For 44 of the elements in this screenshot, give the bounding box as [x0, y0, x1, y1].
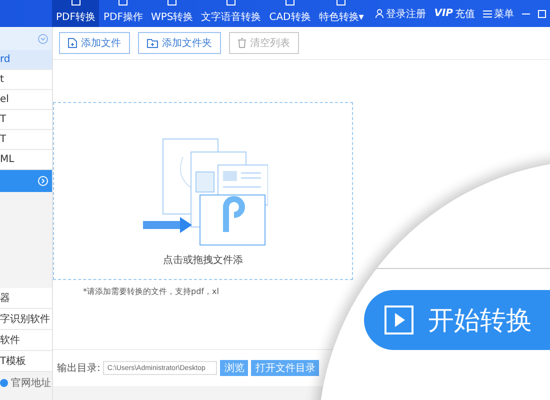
sidebar-link[interactable]: 器 [0, 288, 52, 309]
chevron-down-icon [38, 34, 48, 44]
website-link[interactable]: 官网地址 [11, 376, 51, 390]
nav-tab[interactable]: WPS转换 [146, 0, 198, 27]
nav-tab[interactable]: CAD转换 [265, 0, 315, 27]
play-icon [384, 305, 414, 335]
sidebar-item[interactable]: ML [0, 150, 52, 170]
sidebar-item[interactable]: T [0, 110, 52, 130]
sidebar-link[interactable]: 软件 [0, 330, 52, 351]
sidebar-item[interactable]: t [0, 70, 52, 90]
nav-tab[interactable]: PDF操作 [99, 0, 147, 27]
toolbar-button[interactable]: 添加文件 [59, 32, 130, 54]
chevron-right-icon [38, 176, 48, 186]
sidebar-item[interactable]: T [0, 130, 52, 150]
trash-icon [238, 38, 246, 48]
user-icon [375, 9, 384, 18]
menu-button[interactable]: 菜单 [483, 6, 514, 20]
hint-text: *请添加需要转换的文件，支持pdf，xl [83, 286, 220, 297]
tab-icon [70, 0, 81, 6]
nav-tab[interactable]: PDF转换 [52, 0, 100, 27]
drop-zone[interactable]: 点击或拖拽文件添 [53, 102, 353, 280]
login-button[interactable]: 登录注册 [375, 6, 426, 20]
tab-icon [118, 0, 128, 6]
start-convert-button[interactable]: 开始转换 [364, 290, 550, 350]
sidebar-section-bar[interactable] [0, 170, 52, 192]
output-label: 输出目录: [57, 362, 100, 375]
vip-button[interactable]: VIP 充值 [434, 6, 475, 20]
nav-tab[interactable]: 文字语音转换 [197, 0, 266, 27]
caret-icon: ▾ [358, 12, 364, 23]
sidebar-item[interactable]: el [0, 90, 52, 110]
menu-icon [483, 10, 492, 18]
tab-icon [285, 0, 295, 6]
maximize-icon[interactable] [538, 10, 546, 18]
nav-tab[interactable]: 特色转换▾ [314, 0, 368, 27]
tab-icon [336, 0, 346, 6]
tab-icon [226, 0, 236, 6]
sidebar-link[interactable]: T模板 [0, 351, 52, 372]
tab-icon [167, 0, 178, 6]
sidebar-item[interactable]: rd [0, 50, 52, 70]
file-add-icon [68, 38, 77, 48]
drop-instruction: 点击或拖拽文件添 [163, 254, 243, 267]
folder-add-icon [147, 38, 158, 48]
toolbar-button[interactable]: 添加文件夹 [138, 32, 221, 54]
sidebar-link[interactable]: 字识别软件 [0, 309, 52, 330]
